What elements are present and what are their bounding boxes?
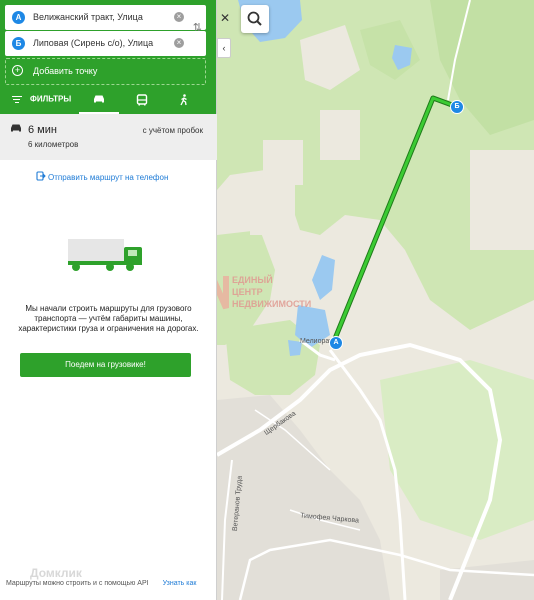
transport-tabs: ФИЛЬТРЫ [0, 86, 217, 114]
tab-bus[interactable] [122, 86, 162, 114]
field-area [320, 110, 360, 160]
origin-value[interactable]: Велижанский тракт, Улица [33, 12, 143, 22]
route-marker-a[interactable]: А [329, 336, 343, 350]
route-builder: А Велижанский тракт, Улица × Б Липовая (… [0, 0, 216, 114]
destination-field[interactable]: Б Липовая (Сирень с/о), Улица × [5, 31, 206, 56]
swap-points-button[interactable]: ⇅ [193, 23, 202, 34]
origin-field[interactable]: А Велижанский тракт, Улица × [5, 5, 206, 30]
truck-illustration [68, 239, 142, 271]
domclick-watermark: Домклик [30, 566, 82, 580]
filter-icon [12, 94, 22, 105]
point-a-badge: А [12, 11, 25, 24]
add-point-label: Добавить точку [33, 66, 98, 76]
send-to-phone-link[interactable]: Отправить маршрут на телефон [36, 171, 168, 182]
close-panel-button[interactable]: ✕ [219, 8, 231, 28]
filters-button[interactable]: ФИЛЬТРЫ [12, 94, 71, 105]
clear-origin-button[interactable]: × [174, 12, 184, 22]
route-panel: А Велижанский тракт, Улица × Б Липовая (… [0, 0, 217, 600]
field-area [470, 150, 534, 250]
point-b-badge: Б [12, 37, 25, 50]
watermark-text: ЕДИНЫЙ ЦЕНТР НЕДВИЖИМОСТИ [232, 275, 312, 309]
bus-icon [136, 94, 148, 106]
route-distance: 6 километров [28, 140, 79, 149]
clear-destination-button[interactable]: × [174, 38, 184, 48]
api-footer-text: Маршруты можно строить и с помощью API [6, 580, 149, 587]
plus-icon: + [12, 65, 23, 76]
route-inputs: А Велижанский тракт, Улица × Б Липовая (… [5, 5, 206, 85]
tab-car[interactable] [79, 86, 119, 114]
api-learn-link[interactable]: Узнать как [163, 580, 197, 587]
car-icon [94, 95, 104, 103]
traffic-note: с учётом пробок [142, 126, 203, 135]
truck-route-button[interactable]: Поедем на грузовике! [20, 353, 191, 377]
send-to-phone-label: Отправить маршрут на телефон [48, 173, 169, 182]
truck-promo-text: Мы начали строить маршруты для грузового… [18, 304, 199, 333]
walk-icon [180, 94, 187, 106]
api-footer: Маршруты можно строить и с помощью API Уз… [6, 580, 196, 587]
collapse-panel-button[interactable]: ‹ [217, 38, 231, 58]
filters-label: ФИЛЬТРЫ [30, 94, 72, 104]
route-marker-b[interactable]: Б [450, 100, 464, 114]
tab-walk[interactable] [164, 86, 204, 114]
field-area [250, 175, 295, 235]
destination-value[interactable]: Липовая (Сирень с/о), Улица [33, 38, 153, 48]
route-summary[interactable]: 6 мин 6 километров с учётом пробок [0, 114, 217, 160]
car-icon [11, 124, 21, 132]
add-point-button[interactable]: + Добавить точку [5, 58, 206, 85]
route-duration: 6 мин [28, 124, 57, 136]
map-search-button[interactable] [241, 5, 269, 33]
search-icon [247, 11, 262, 26]
send-icon [36, 171, 46, 181]
